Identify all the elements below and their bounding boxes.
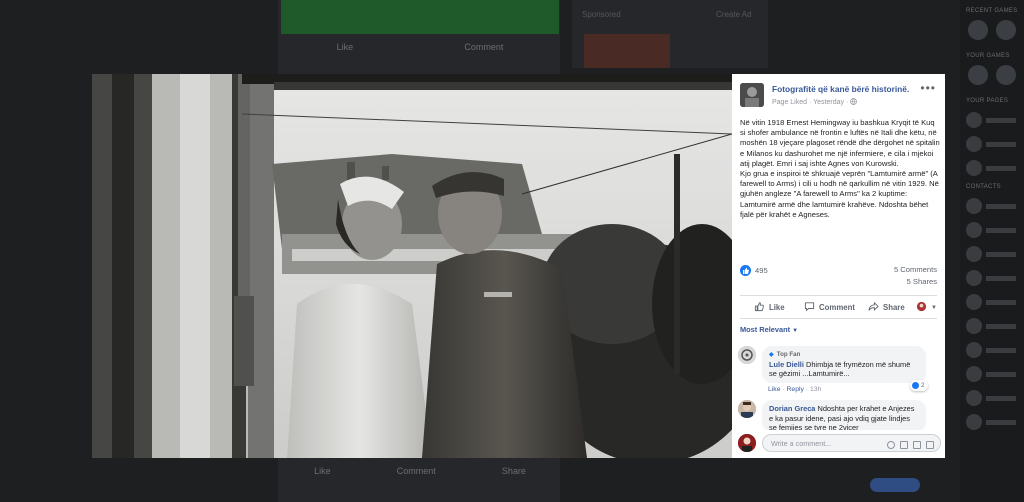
create-ad-link: Create Ad (716, 10, 752, 19)
background-comment: Comment (464, 42, 504, 52)
diamond-icon: ◆ (769, 351, 774, 358)
contact-row (966, 414, 1024, 430)
page-name-link[interactable]: Fotografitë që kanë bërë historinë. (772, 84, 909, 94)
commenter-avatar[interactable] (738, 400, 756, 418)
background-sponsored: Sponsored Create Ad (572, 0, 768, 68)
post-paragraph: Kjo grua e inspiroi të shkruajë veprën "… (740, 169, 939, 219)
post-meta: Page Liked · Yesterday · (772, 98, 858, 106)
current-user-avatar[interactable] (738, 434, 756, 452)
like-reaction-icon[interactable] (740, 265, 751, 276)
comment-reply-link[interactable]: Reply (787, 386, 804, 393)
emoji-icon[interactable] (887, 441, 895, 449)
comment-like-link[interactable]: Like (768, 386, 780, 393)
contact-row (966, 390, 1024, 406)
page-row (966, 112, 1024, 128)
post-panel: Fotografitë që kanë bërë historinë. Page… (732, 74, 945, 458)
comment-time[interactable]: 13h (810, 386, 821, 393)
page-row (966, 160, 1024, 176)
post-paragraph: Në vitin 1918 Ernest Hemingway iu bashku… (740, 118, 940, 168)
post-action-bar: Like Comment Share ▼ (740, 295, 937, 319)
like-label: Like (769, 303, 785, 312)
reaction-count: 2 (921, 382, 925, 389)
game-icon (996, 20, 1016, 40)
comment-item: ◆ Top Fan Lule Dielli Dhimbja të frymëzo… (738, 346, 938, 396)
game-icon (968, 20, 988, 40)
background-bottom-actions: Like Comment Share (281, 460, 559, 482)
contact-row (966, 270, 1024, 286)
top-fan-label: Top Fan (776, 351, 801, 358)
photo-image[interactable] (92, 74, 732, 458)
post-time[interactable]: Yesterday (813, 99, 844, 106)
share-label: Share (883, 303, 905, 312)
comment-item: Dorian Greca Ndoshta per krahet e Anjeze… (738, 400, 938, 430)
share-button[interactable]: Share (868, 301, 905, 314)
comment-bubble: ◆ Top Fan Lule Dielli Dhimbja të frymëzo… (762, 346, 926, 383)
game-icon (996, 65, 1016, 85)
comment-author[interactable]: Dorian Greca (769, 404, 815, 413)
comment-author[interactable]: Lule Dielli (769, 360, 804, 369)
your-pages-heading: YOUR PAGES (966, 98, 1009, 104)
background-like: Like (314, 466, 331, 476)
contact-row (966, 318, 1024, 334)
background-post-media (281, 0, 559, 34)
globe-icon (850, 98, 858, 106)
background-comment: Comment (396, 466, 436, 476)
recent-games-heading: RECENT GAMES (966, 8, 1018, 14)
comment-bubble: Dorian Greca Ndoshta per krahet e Anjeze… (762, 400, 926, 430)
sticker-icon[interactable] (926, 441, 934, 449)
page-row (966, 136, 1024, 152)
commenter-avatar[interactable] (738, 346, 756, 364)
comment-label: Comment (819, 303, 855, 312)
post-stats: 495 5 Comments 5 Shares (740, 264, 937, 288)
game-icon (968, 65, 988, 85)
comments-count[interactable]: 5 Comments (894, 265, 937, 274)
thumbs-up-icon (754, 301, 765, 314)
caret-down-icon: ▼ (792, 328, 799, 334)
sort-label: Most Relevant (740, 325, 791, 334)
contact-row (966, 198, 1024, 214)
gif-icon[interactable] (913, 441, 921, 449)
background-share: Share (501, 466, 526, 476)
composer-icons (887, 441, 934, 449)
contact-row (966, 246, 1024, 262)
comment-reaction-count[interactable]: 2 (910, 380, 928, 391)
background-like: Like (336, 42, 354, 52)
contact-row (966, 222, 1024, 238)
like-count[interactable]: 495 (755, 266, 768, 275)
comment-sort-dropdown[interactable]: Most Relevant ▼ (740, 325, 798, 334)
comment-input[interactable]: Write a comment... (762, 434, 941, 452)
page-avatar[interactable] (740, 83, 764, 107)
caret-down-icon: ▼ (931, 304, 937, 311)
contact-row (966, 294, 1024, 310)
your-games-heading: YOUR GAMES (966, 53, 1010, 59)
post-text: Në vitin 1918 Ernest Hemingway iu bashku… (740, 118, 940, 220)
contacts-heading: CONTACTS (966, 184, 1001, 190)
background-post-actions: Like Comment (281, 36, 559, 58)
user-avatar-icon (916, 301, 927, 314)
comment-meta: Like · Reply · 13h (768, 386, 822, 393)
camera-icon[interactable] (900, 441, 908, 449)
comment-placeholder: Write a comment... (771, 439, 832, 448)
like-button[interactable]: Like (754, 301, 785, 314)
reaction-audience-button[interactable]: ▼ (916, 301, 937, 314)
comment-composer: Write a comment... (738, 432, 941, 454)
contact-row (966, 366, 1024, 382)
like-reaction-icon (912, 382, 919, 389)
post-header: Fotografitë që kanë bërë historinë. Page… (740, 81, 938, 113)
comment-icon (804, 301, 815, 314)
top-fan-badge: ◆ Top Fan (769, 350, 919, 360)
background-pill (870, 478, 920, 492)
page-liked-label[interactable]: Page Liked (772, 99, 807, 106)
ad-image (584, 34, 670, 68)
share-icon (868, 301, 879, 314)
shares-count[interactable]: 5 Shares (907, 277, 937, 286)
comment-button[interactable]: Comment (804, 301, 855, 314)
more-options-icon[interactable]: ••• (920, 81, 936, 95)
sponsored-label: Sponsored (582, 10, 621, 19)
background-right-rail: RECENT GAMES YOUR GAMES YOUR PAGES CONTA… (960, 0, 1024, 502)
contact-row (966, 342, 1024, 358)
